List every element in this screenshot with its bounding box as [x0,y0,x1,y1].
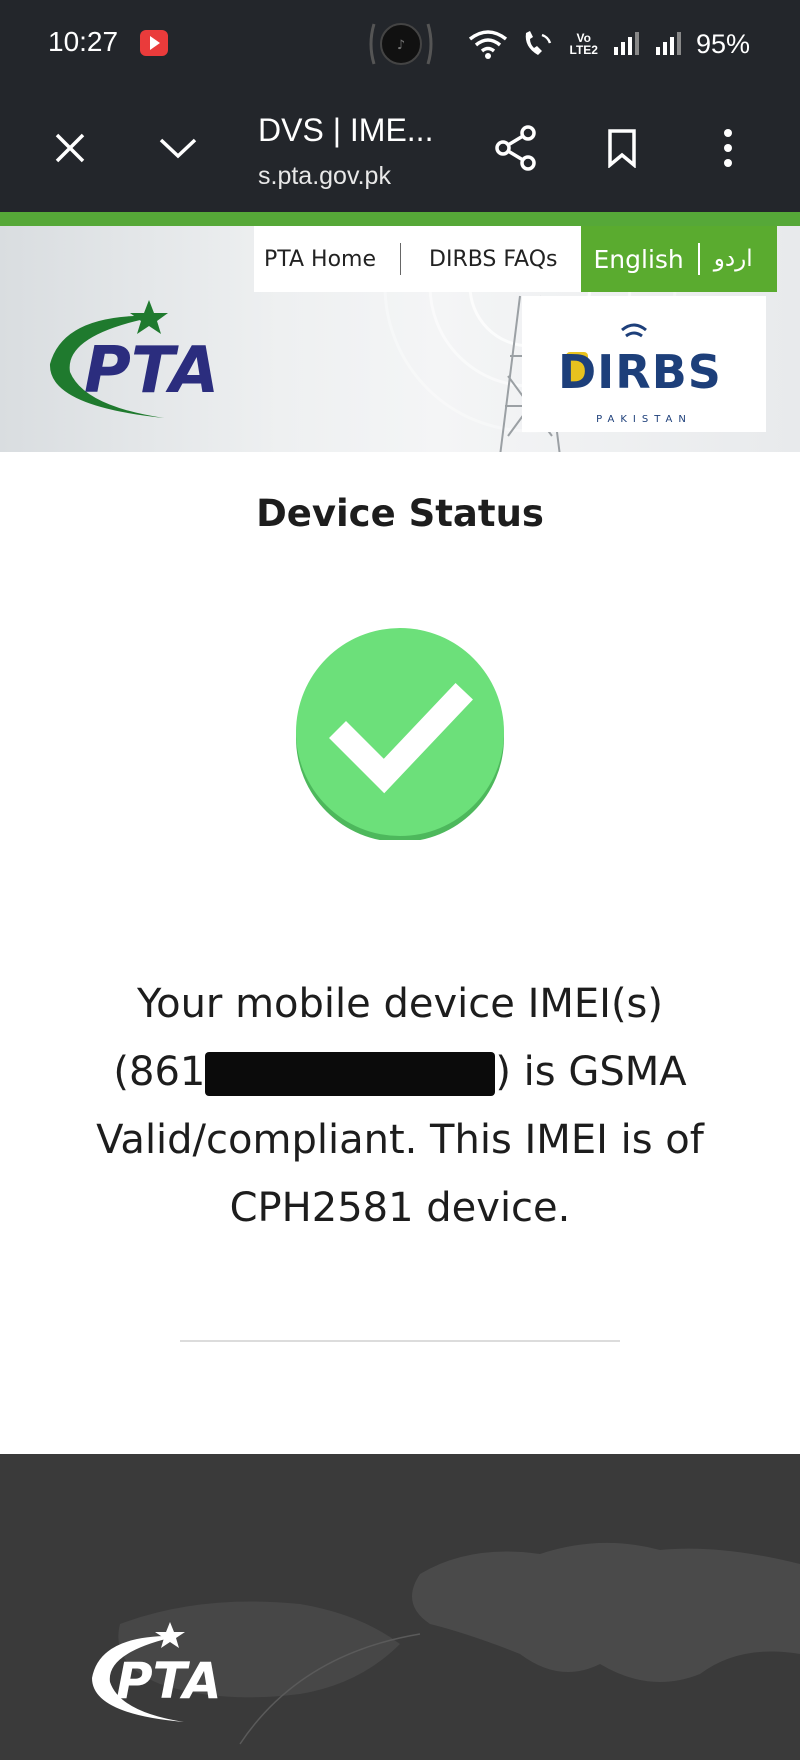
bookmark-icon [608,129,636,168]
status-bar: 10:27 ♪ Vo LTE2 95% [0,0,800,88]
page-tab-title: DVS | IME... [258,112,434,148]
chevron-down-icon [159,138,197,159]
share-button[interactable] [484,116,548,180]
signal-sim2-icon [655,32,681,55]
url-text[interactable]: s.pta.gov.pk [258,162,391,191]
youtube-notification-icon [140,30,168,56]
footer-pta-logo-text: PTA [116,1652,222,1710]
status-time: 10:27 [48,26,119,57]
check-circle-icon [296,628,504,840]
volte-bottom-label: LTE2 [569,43,598,57]
status-line-4: CPH2581 device. [229,1185,571,1231]
bookmark-button[interactable] [590,116,654,180]
svg-text:♪: ♪ [397,38,405,53]
more-options-button[interactable] [696,116,760,180]
imei-redaction [205,1052,496,1096]
site-footer: PTA [0,1454,800,1760]
dirbs-logo-box: DIRBS PAKISTAN [522,296,766,432]
header-accent-bar [0,212,800,226]
wifi-icon [468,30,507,59]
nav-links: PTA Home DIRBS FAQs [254,226,582,292]
device-status-message: Your mobile device IMEI(s) (861 ) is GSMA… [70,970,730,1242]
nav-pta-home[interactable]: PTA Home [254,247,400,272]
volte-indicator: Vo LTE2 [570,32,598,56]
dirbs-subtitle: PAKISTAN [596,414,692,425]
pta-logo-text: PTA [84,334,219,408]
lang-divider [697,243,700,275]
dirbs-logo-text: DIRBS [558,345,722,399]
imei-suffix: ) is GSMA [495,1049,687,1095]
pta-logo: PTA [49,300,219,418]
footer-pta-logo: PTA [92,1622,222,1722]
close-tab-button[interactable] [38,116,102,180]
page-title: Device Status [256,492,544,535]
more-vert-icon [724,129,732,167]
signal-sim1-icon [613,32,639,55]
lang-english-link[interactable]: English [593,245,683,274]
content-divider [180,1340,620,1342]
minimize-button[interactable] [146,116,210,180]
wifi-calling-icon [525,31,551,55]
dirbs-logo: DIRBS PAKISTAN [558,323,722,425]
site-top-nav: PTA Home DIRBS FAQs English اردو [254,226,777,292]
status-line-2: (861 ) is GSMA [70,1038,730,1106]
media-playing-icon: ♪ [369,23,433,65]
nav-dirbs-faqs[interactable]: DIRBS FAQs [401,247,581,272]
battery-level: 95% [695,28,750,59]
lang-urdu-link[interactable]: اردو [714,246,753,272]
share-icon [495,125,536,171]
status-line-3: Valid/compliant. This IMEI is of [96,1117,704,1163]
status-line-1: Your mobile device IMEI(s) [136,981,663,1027]
language-switcher: English اردو [581,226,777,292]
browser-toolbar: DVS | IME... s.pta.gov.pk [0,88,800,212]
site-header: PTA Home DIRBS FAQs English اردو PTA DIR… [0,226,800,452]
imei-prefix: (861 [113,1049,206,1095]
close-icon [55,133,85,163]
